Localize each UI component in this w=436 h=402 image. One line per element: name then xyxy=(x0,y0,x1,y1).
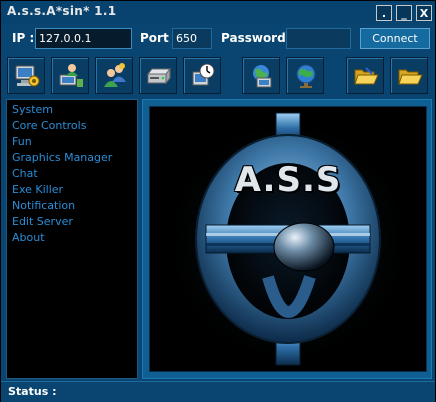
sidebar-item-chat[interactable]: Chat xyxy=(7,166,137,182)
sidebar-item-about[interactable]: About xyxy=(7,230,137,246)
sidebar-item-system[interactable]: System xyxy=(7,102,137,118)
status-bar: Status : xyxy=(1,381,435,402)
globe-icon xyxy=(296,64,316,88)
users-icon xyxy=(104,63,126,87)
ip-label: IP : xyxy=(12,31,35,45)
sidebar-menu: System Core Controls Fun Graphics Manage… xyxy=(6,99,138,379)
window-title: A.s.s.A*sin* 1.1 xyxy=(7,4,117,18)
status-label: Status : xyxy=(8,385,57,398)
open-folder-icon xyxy=(354,67,379,85)
toolbar-button-globe[interactable] xyxy=(286,57,324,94)
network-computer-icon xyxy=(253,65,272,88)
content-panel: A.S.S xyxy=(142,99,432,379)
toolbar-button-system[interactable] xyxy=(7,57,45,94)
toolbar-button-graphics[interactable] xyxy=(139,57,177,94)
clock-settings-icon xyxy=(192,63,215,86)
password-field[interactable] xyxy=(286,28,351,49)
connect-button[interactable]: Connect xyxy=(360,28,430,49)
dot-button[interactable]: . xyxy=(376,5,392,21)
drive-icon xyxy=(146,67,172,85)
port-field[interactable] xyxy=(172,28,212,49)
sidebar-item-notification[interactable]: Notification xyxy=(7,198,137,214)
ip-field[interactable] xyxy=(35,28,132,49)
toolbar-button-open-folder[interactable] xyxy=(346,57,384,94)
main-window: A.s.s.A*sin* 1.1 . _ X IP : Port : Passw… xyxy=(0,0,436,402)
sidebar-item-edit-server[interactable]: Edit Server xyxy=(7,214,137,230)
sidebar-item-fun[interactable]: Fun xyxy=(7,134,137,150)
logo-graphic xyxy=(160,112,416,369)
close-button[interactable]: X xyxy=(416,5,432,21)
toolbar-button-chat[interactable] xyxy=(183,57,221,94)
logo-image: A.S.S xyxy=(149,106,427,372)
logo-text: A.S.S xyxy=(234,160,342,200)
toolbar-button-folder[interactable] xyxy=(390,57,428,94)
network-user-icon xyxy=(59,64,83,87)
toolbar-button-fun[interactable] xyxy=(95,57,133,94)
computer-settings-icon xyxy=(15,65,40,87)
minimize-button[interactable]: _ xyxy=(396,5,412,21)
sidebar-item-core-controls[interactable]: Core Controls xyxy=(7,118,137,134)
password-label: Password : xyxy=(221,31,295,45)
sidebar-item-graphics-manager[interactable]: Graphics Manager xyxy=(7,150,137,166)
toolbar-button-network[interactable] xyxy=(242,57,280,94)
title-bar[interactable]: A.s.s.A*sin* 1.1 . _ X xyxy=(1,1,435,23)
open-folder-icon xyxy=(398,69,423,85)
toolbar-button-controls[interactable] xyxy=(51,57,89,94)
sidebar-item-exe-killer[interactable]: Exe Killer xyxy=(7,182,137,198)
